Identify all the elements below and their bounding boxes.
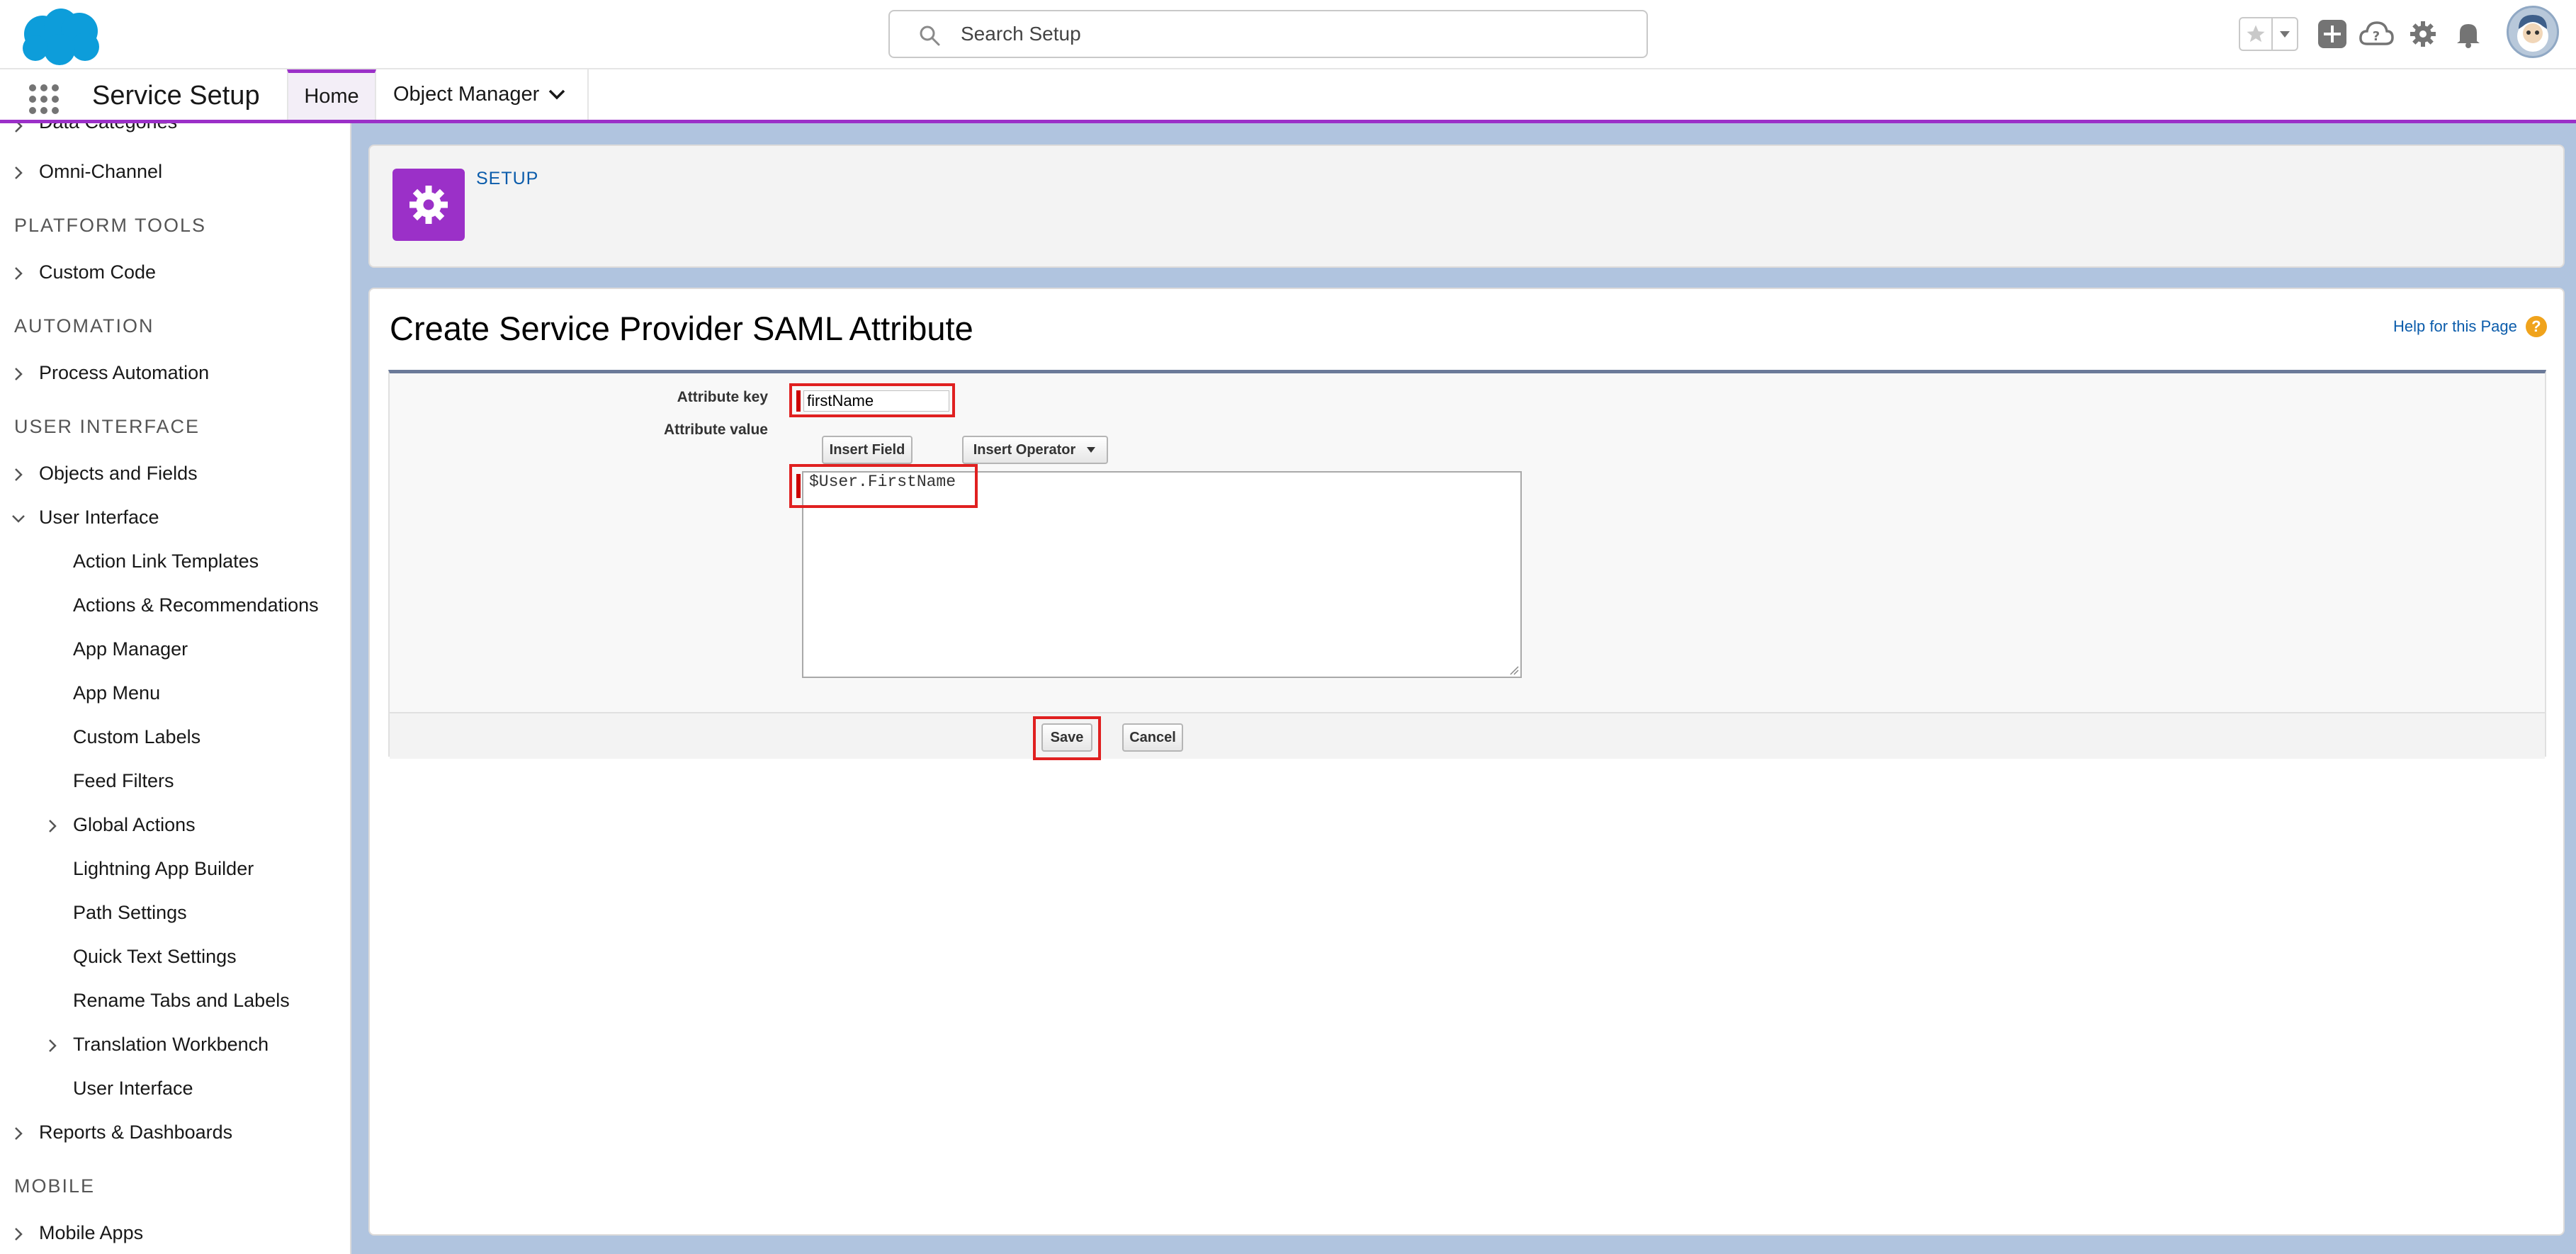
setup-sidebar: Data Categories Omni-Channel PLATFORM TO…: [0, 123, 351, 1254]
setup-gear-button[interactable]: [2405, 16, 2441, 52]
attribute-value-text[interactable]: $User.FirstName: [809, 473, 956, 491]
user-avatar[interactable]: [2507, 6, 2559, 58]
caret-down-icon: [1087, 447, 1096, 453]
sidebar-item-quick-text-settings[interactable]: Quick Text Settings: [73, 942, 237, 971]
sidebar-item-omni-channel[interactable]: Omni-Channel: [39, 157, 162, 186]
sidebar-item-user-interface[interactable]: User Interface: [39, 503, 159, 531]
sidebar-section-platform-tools: PLATFORM TOOLS: [14, 215, 207, 236]
sidebar-item-objects-and-fields[interactable]: Objects and Fields: [39, 459, 198, 487]
attribute-key-highlight: [789, 383, 955, 417]
sidebar-item-custom-labels[interactable]: Custom Labels: [73, 723, 200, 751]
chevron-down-icon[interactable]: [10, 510, 27, 527]
sidebar-item-action-link-templates[interactable]: Action Link Templates: [73, 547, 259, 575]
chevron-down-icon[interactable]: [548, 86, 566, 102]
global-header: ?: [0, 0, 2576, 69]
sidebar-item-feed-filters[interactable]: Feed Filters: [73, 767, 174, 795]
page-title: Create Service Provider SAML Attribute: [390, 310, 973, 347]
help-for-this-page-link[interactable]: Help for this Page ?: [2393, 316, 2547, 337]
caret-down-icon: [2280, 31, 2290, 38]
sidebar-item-custom-code[interactable]: Custom Code: [39, 258, 156, 286]
sidebar-item-process-automation[interactable]: Process Automation: [39, 358, 209, 387]
attribute-key-label: Attribute key: [677, 389, 768, 405]
insert-operator-label: Insert Operator: [973, 441, 1076, 458]
bell-icon: [2457, 24, 2480, 48]
sidebar-item-actions-recommendations[interactable]: Actions & Recommendations: [73, 591, 319, 619]
tab-object-manager-label: Object Manager: [393, 83, 540, 106]
add-icon: [2318, 20, 2346, 48]
sidebar-item-user-interface-settings[interactable]: User Interface: [73, 1074, 193, 1102]
sidebar-item-app-manager[interactable]: App Manager: [73, 635, 188, 663]
astro-avatar-icon: [2517, 15, 2548, 52]
chevron-right-icon[interactable]: [44, 818, 61, 835]
app-launcher-icon[interactable]: [28, 84, 60, 115]
chevron-right-icon[interactable]: [10, 164, 27, 181]
tab-object-manager[interactable]: Object Manager: [376, 69, 589, 120]
required-indicator: [796, 474, 801, 498]
chevron-right-icon[interactable]: [10, 466, 27, 483]
sidebar-item-translation-workbench[interactable]: Translation Workbench: [73, 1030, 269, 1058]
gear-icon: [409, 186, 448, 224]
sidebar-item-reports-dashboards[interactable]: Reports & Dashboards: [39, 1118, 232, 1146]
app-name: Service Setup: [92, 81, 260, 111]
search-icon: [920, 26, 940, 46]
chevron-right-icon[interactable]: [10, 1226, 27, 1243]
sidebar-item-data-categories[interactable]: Data Categories: [39, 123, 177, 136]
question-mark-icon[interactable]: ?: [2525, 316, 2547, 337]
chevron-right-icon[interactable]: [10, 265, 27, 282]
setup-gear-tile: [392, 169, 465, 241]
sidebar-item-lightning-app-builder[interactable]: Lightning App Builder: [73, 854, 254, 883]
attribute-value-highlight: $User.FirstName: [789, 464, 978, 508]
sidebar-item-app-menu[interactable]: App Menu: [73, 679, 160, 707]
setup-page-header: SETUP: [368, 145, 2565, 268]
search-input[interactable]: [961, 11, 1627, 57]
star-icon: [2247, 25, 2265, 43]
help-button[interactable]: ?: [2358, 16, 2395, 52]
attribute-key-input[interactable]: [803, 390, 949, 412]
sidebar-item-mobile-apps[interactable]: Mobile Apps: [39, 1219, 143, 1247]
tab-home-label: Home: [304, 84, 359, 108]
global-actions-button[interactable]: [2314, 16, 2351, 52]
sidebar-section-mobile: MOBILE: [14, 1175, 96, 1197]
required-indicator: [796, 390, 801, 412]
search-box[interactable]: [888, 10, 1648, 58]
favorites-group: [2239, 17, 2298, 51]
favorites-menu-button[interactable]: [2273, 18, 2297, 50]
favorites-star-button[interactable]: [2240, 18, 2273, 50]
saml-attribute-form: Attribute key Attribute value Insert Fie…: [388, 370, 2546, 760]
chevron-right-icon[interactable]: [10, 1125, 27, 1142]
sidebar-item-rename-tabs-and-labels[interactable]: Rename Tabs and Labels: [73, 986, 290, 1015]
sidebar-item-global-actions[interactable]: Global Actions: [73, 810, 196, 839]
cancel-button-label: Cancel: [1129, 729, 1176, 745]
help-cloud-icon: ?: [2359, 21, 2394, 45]
content-panel: Create Service Provider SAML Attribute H…: [368, 288, 2565, 1236]
insert-field-button[interactable]: Insert Field: [822, 436, 913, 464]
salesforce-logo[interactable]: [17, 6, 103, 67]
cancel-button[interactable]: Cancel: [1122, 723, 1183, 752]
help-link-label[interactable]: Help for this Page: [2393, 317, 2517, 336]
app-navigation-bar: Service Setup Home Object Manager: [0, 69, 2576, 123]
insert-operator-button[interactable]: Insert Operator: [962, 436, 1108, 464]
save-button[interactable]: Save: [1041, 723, 1092, 752]
resize-handle-icon[interactable]: [1508, 664, 1519, 675]
attribute-value-label: Attribute value: [663, 422, 768, 438]
sidebar-section-user-interface: USER INTERFACE: [14, 416, 200, 437]
chevron-right-icon[interactable]: [10, 366, 27, 383]
notifications-button[interactable]: [2450, 16, 2487, 52]
save-button-label: Save: [1050, 729, 1084, 745]
sidebar-section-automation: AUTOMATION: [14, 315, 154, 337]
tab-home[interactable]: Home: [287, 69, 376, 120]
chevron-right-icon[interactable]: [44, 1037, 61, 1054]
svg-text:?: ?: [2373, 29, 2380, 44]
gear-icon: [2410, 21, 2436, 47]
setup-breadcrumb[interactable]: SETUP: [476, 169, 538, 189]
form-button-bar: Save Cancel: [390, 712, 2545, 760]
chevron-right-icon[interactable]: [10, 123, 27, 135]
sidebar-item-path-settings[interactable]: Path Settings: [73, 898, 187, 927]
insert-field-label: Insert Field: [829, 441, 905, 458]
